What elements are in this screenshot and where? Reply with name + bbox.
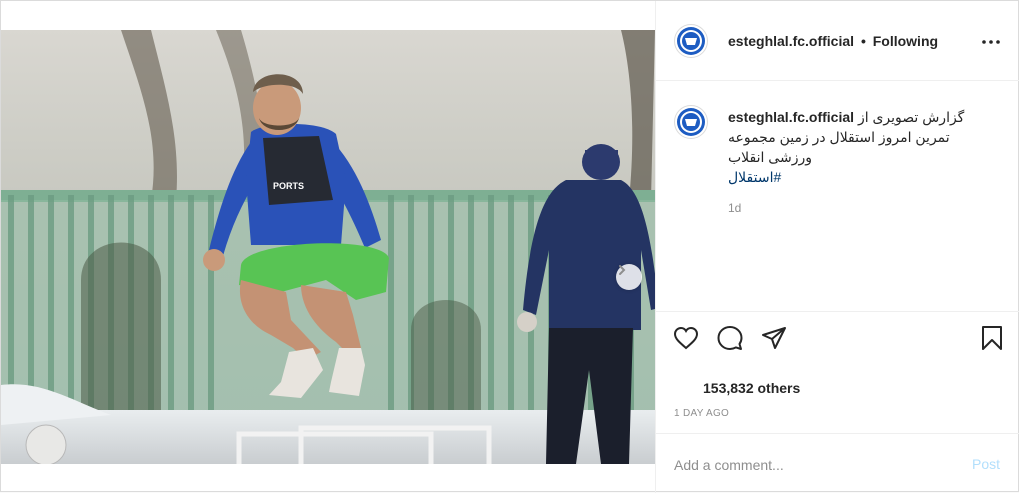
- bookmark-icon: [982, 326, 1002, 350]
- post-image[interactable]: PORTS: [1, 30, 655, 464]
- caption-hashtag[interactable]: #استقلال: [728, 167, 978, 187]
- save-button[interactable]: [978, 324, 1006, 352]
- comment-button[interactable]: [716, 324, 744, 352]
- comment-input[interactable]: [672, 452, 956, 478]
- header-user-line: esteghlal.fc.official • Following: [728, 33, 938, 49]
- comment-icon: [717, 326, 743, 350]
- like-button[interactable]: [672, 324, 700, 352]
- caption-line-3: ورزشی انقلاب: [728, 149, 812, 165]
- carousel-next-button[interactable]: [616, 264, 642, 290]
- heart-icon: [673, 326, 699, 350]
- comment-bar: Post: [656, 433, 1019, 493]
- caption-line-2: تمرین امروز استقلال در زمین مجموعه: [728, 129, 950, 145]
- caption-section: esteghlal.fc.official گزارش تصویری از تم…: [656, 81, 1019, 311]
- follow-status-button[interactable]: Following: [873, 33, 938, 49]
- caption-username[interactable]: esteghlal.fc.official: [728, 109, 854, 125]
- action-section: 153,832 others 1 DAY AGO: [656, 311, 1019, 433]
- share-icon: [762, 327, 786, 349]
- share-button[interactable]: [760, 324, 788, 352]
- post-header: esteghlal.fc.official • Following: [656, 1, 1019, 81]
- header-username[interactable]: esteghlal.fc.official: [728, 33, 854, 49]
- caption-text: esteghlal.fc.official گزارش تصویری از تم…: [728, 107, 978, 187]
- post-comment-button[interactable]: Post: [972, 456, 1000, 472]
- likes-count[interactable]: 153,832 others: [703, 380, 800, 396]
- instagram-post: PORTS esteghlal.fc.official • Following …: [0, 0, 1019, 493]
- header-separator: •: [860, 33, 866, 49]
- more-options-button[interactable]: [980, 31, 1002, 53]
- chevron-right-icon: [619, 265, 626, 275]
- svg-text:PORTS: PORTS: [273, 181, 304, 191]
- training-photo: PORTS: [1, 30, 655, 464]
- caption-line-1: گزارش تصویری از: [857, 109, 965, 125]
- esteghlal-logo-icon[interactable]: [674, 105, 708, 139]
- esteghlal-logo-icon[interactable]: [674, 24, 708, 58]
- more-options-icon: [982, 40, 1000, 44]
- caption-time[interactable]: 1d: [728, 201, 741, 215]
- post-sidebar: esteghlal.fc.official • Following estegh…: [655, 1, 1019, 493]
- post-timestamp[interactable]: 1 DAY AGO: [674, 408, 729, 419]
